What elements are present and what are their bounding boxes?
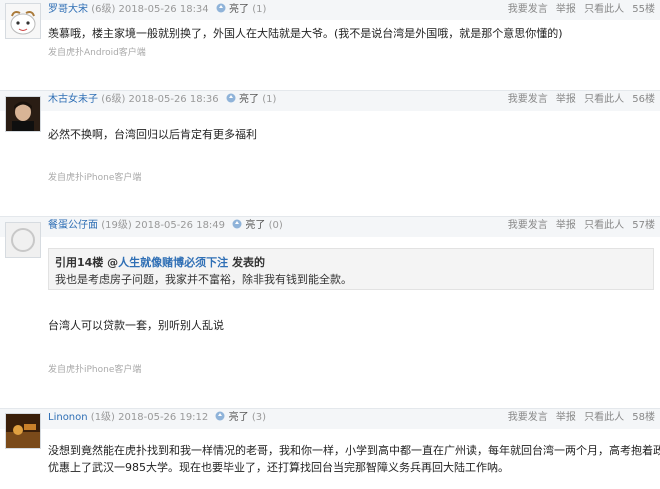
quoted-user-link[interactable]: 人生就像赌博必须下注 [118,256,228,269]
report-spam-link[interactable]: 我要发言 [508,94,548,105]
avatar[interactable] [5,413,41,449]
floor-number: 58楼 [632,412,655,423]
sheep-avatar-icon [6,4,40,38]
user-level: (6级) [91,4,116,15]
post-55: 罗哥大宋 (6级) 2018-05-26 18:34 亮了 (1) 我要发言 举… [0,0,660,86]
light-icon[interactable] [226,93,236,103]
default-avatar-icon [6,223,40,257]
light-count: (1) [262,94,277,105]
post-content-line-2: 优惠上了武汉一985大学。现在也要毕业了，还打算找回台当完那智障义务兵再回大陆工… [48,461,509,474]
avatar[interactable] [5,222,41,258]
post-58: Linonon (1级) 2018-05-26 19:12 亮了 (3) 我要发… [0,408,660,489]
post-time: 2018-05-26 18:49 [134,220,226,231]
user-level: (19级) [101,220,132,231]
quote-block: 引用14楼 @人生就像赌博必须下注 发表的 我也是考虑房子问题，我家并不富裕，除… [48,248,654,290]
game-avatar-icon [6,414,40,448]
report-link[interactable]: 举报 [556,220,576,231]
quote-title: 引用14楼 @人生就像赌博必须下注 发表的 [55,254,265,270]
post-meta: 餐蛋公仔面 (19级) 2018-05-26 18:49 亮了 (0) [48,219,283,233]
light-button[interactable]: 亮了 [239,94,259,105]
floor-number: 55楼 [632,4,655,15]
post-meta: 罗哥大宋 (6级) 2018-05-26 18:34 亮了 (1) [48,3,266,17]
floor-number: 57楼 [632,220,655,231]
report-spam-link[interactable]: 我要发言 [508,220,548,231]
client-source: 发自虎扑iPhone客户端 [48,173,142,183]
light-count: (1) [252,4,267,15]
avatar[interactable] [5,96,41,132]
post-meta: Linonon (1级) 2018-05-26 19:12 亮了 (3) [48,411,266,425]
report-spam-link[interactable]: 我要发言 [508,412,548,423]
post-time: 2018-05-26 19:12 [118,412,209,423]
light-icon[interactable] [232,219,242,229]
quote-suffix: 发表的 [228,256,265,269]
client-source: 发自虎扑iPhone客户端 [48,365,142,375]
username-link[interactable]: 木古女未子 [48,94,98,105]
report-spam-link[interactable]: 我要发言 [508,4,548,15]
light-count: (3) [251,412,267,423]
quote-text: 我也是考虑房子问题，我家并不富裕，除非我有钱到能全款。 [55,273,352,286]
username-link[interactable]: 罗哥大宋 [48,4,88,15]
post-actions: 我要发言 举报 只看此人 57楼 [503,219,655,233]
person-avatar-icon [6,97,40,131]
light-button[interactable]: 亮了 [245,220,265,231]
quote-prefix: 引用14楼 @ [55,256,119,269]
light-icon[interactable] [215,411,225,421]
username-link[interactable]: 餐蛋公仔面 [48,220,98,231]
light-button[interactable]: 亮了 [229,4,249,15]
client-source: 发自虎扑Android客户端 [48,48,146,58]
post-content-line-1: 没想到竟然能在虎扑找到和我一样情况的老哥，我和你一样，小学到高中都一直在广州读，… [48,444,660,457]
light-count: (0) [268,220,283,231]
only-this-user-link[interactable]: 只看此人 [584,220,624,231]
light-icon[interactable] [216,3,226,13]
only-this-user-link[interactable]: 只看此人 [584,412,624,423]
post-actions: 我要发言 举报 只看此人 56楼 [503,93,655,107]
username-link[interactable]: Linonon [48,412,88,423]
report-link[interactable]: 举报 [556,4,576,15]
post-57: 餐蛋公仔面 (19级) 2018-05-26 18:49 亮了 (0) 我要发言… [0,216,660,406]
post-content: 台湾人可以贷款一套，别听别人乱说 [48,319,224,332]
report-link[interactable]: 举报 [556,94,576,105]
post-actions: 我要发言 举报 只看此人 58楼 [503,411,655,425]
post-meta: 木古女未子 (6级) 2018-05-26 18:36 亮了 (1) [48,93,276,107]
post-content: 必然不换啊，台湾回归以后肯定有更多福利 [48,128,257,141]
only-this-user-link[interactable]: 只看此人 [584,94,624,105]
post-time: 2018-05-26 18:36 [128,94,219,105]
post-56: 木古女未子 (6级) 2018-05-26 18:36 亮了 (1) 我要发言 … [0,90,660,214]
light-button[interactable]: 亮了 [229,412,249,423]
post-content: 羡慕哦，楼主家境一般就别换了，外国人在大陆就是大爷。(我不是说台湾是外国哦，就是… [48,27,563,40]
user-level: (1级) [90,412,115,423]
avatar[interactable] [5,3,41,39]
floor-number: 56楼 [632,94,655,105]
post-time: 2018-05-26 18:34 [118,4,209,15]
user-level: (6级) [101,94,126,105]
report-link[interactable]: 举报 [556,412,576,423]
post-actions: 我要发言 举报 只看此人 55楼 [503,3,655,17]
only-this-user-link[interactable]: 只看此人 [584,4,624,15]
